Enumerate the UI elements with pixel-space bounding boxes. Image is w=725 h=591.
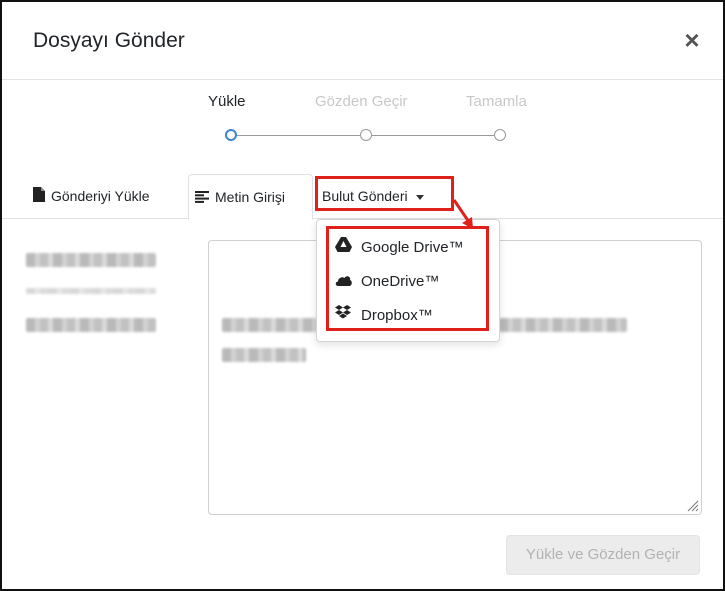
step-dot-review bbox=[360, 129, 372, 141]
redacted-label bbox=[26, 318, 156, 332]
dropdown-item-onedrive[interactable]: OneDrive™ bbox=[335, 269, 439, 295]
dropdown-item-label: Google Drive™ bbox=[361, 239, 464, 256]
dropdown-item-label: Dropbox™ bbox=[361, 307, 433, 324]
dropdown-item-label: OneDrive™ bbox=[361, 273, 440, 290]
tab-label: Metin Girişi bbox=[215, 189, 286, 205]
align-left-icon bbox=[195, 176, 209, 220]
step-label-complete: Tamamla bbox=[466, 93, 527, 110]
tab-cloud-submission[interactable]: Bulut Gönderi bbox=[322, 174, 424, 219]
redacted-label bbox=[26, 253, 156, 267]
dropdown-item-google-drive[interactable]: Google Drive™ bbox=[335, 235, 464, 261]
tab-text-entry[interactable]: Metin Girişi bbox=[188, 174, 313, 220]
tab-label: Gönderiyi Yükle bbox=[51, 188, 150, 204]
cloud-dropdown-menu: Google Drive™ OneDrive™ Dropbox™ bbox=[316, 219, 500, 342]
tab-upload-submission[interactable]: Gönderiyi Yükle bbox=[33, 174, 150, 219]
step-dot-upload bbox=[225, 129, 237, 141]
upload-and-review-button[interactable]: Yükle ve Gözden Geçir bbox=[506, 535, 700, 575]
progress-stepper: Yükle Gözden Geçir Tamamla bbox=[2, 2, 723, 162]
dropbox-icon bbox=[335, 303, 353, 329]
submit-file-modal: Dosyayı Gönder × Yükle Gözden Geçir Tama… bbox=[0, 0, 725, 591]
step-connector bbox=[237, 135, 360, 136]
dropdown-item-dropbox[interactable]: Dropbox™ bbox=[335, 303, 433, 329]
tab-label: Bulut Gönderi bbox=[322, 188, 408, 204]
onedrive-icon bbox=[335, 269, 353, 295]
google-drive-icon bbox=[335, 235, 353, 261]
step-connector bbox=[372, 135, 494, 136]
step-label-upload: Yükle bbox=[208, 93, 246, 110]
step-dot-complete bbox=[494, 129, 506, 141]
submission-tabs: Gönderiyi Yükle Metin Girişi Bulut Gönde… bbox=[2, 174, 723, 220]
redacted-text bbox=[499, 318, 627, 332]
redacted-text bbox=[222, 318, 326, 332]
resize-grip-icon[interactable] bbox=[685, 498, 699, 512]
file-icon bbox=[33, 175, 45, 219]
caret-down-icon bbox=[415, 194, 424, 200]
redacted-text bbox=[222, 348, 306, 362]
step-label-review: Gözden Geçir bbox=[315, 93, 408, 110]
redacted-hint bbox=[26, 288, 156, 294]
